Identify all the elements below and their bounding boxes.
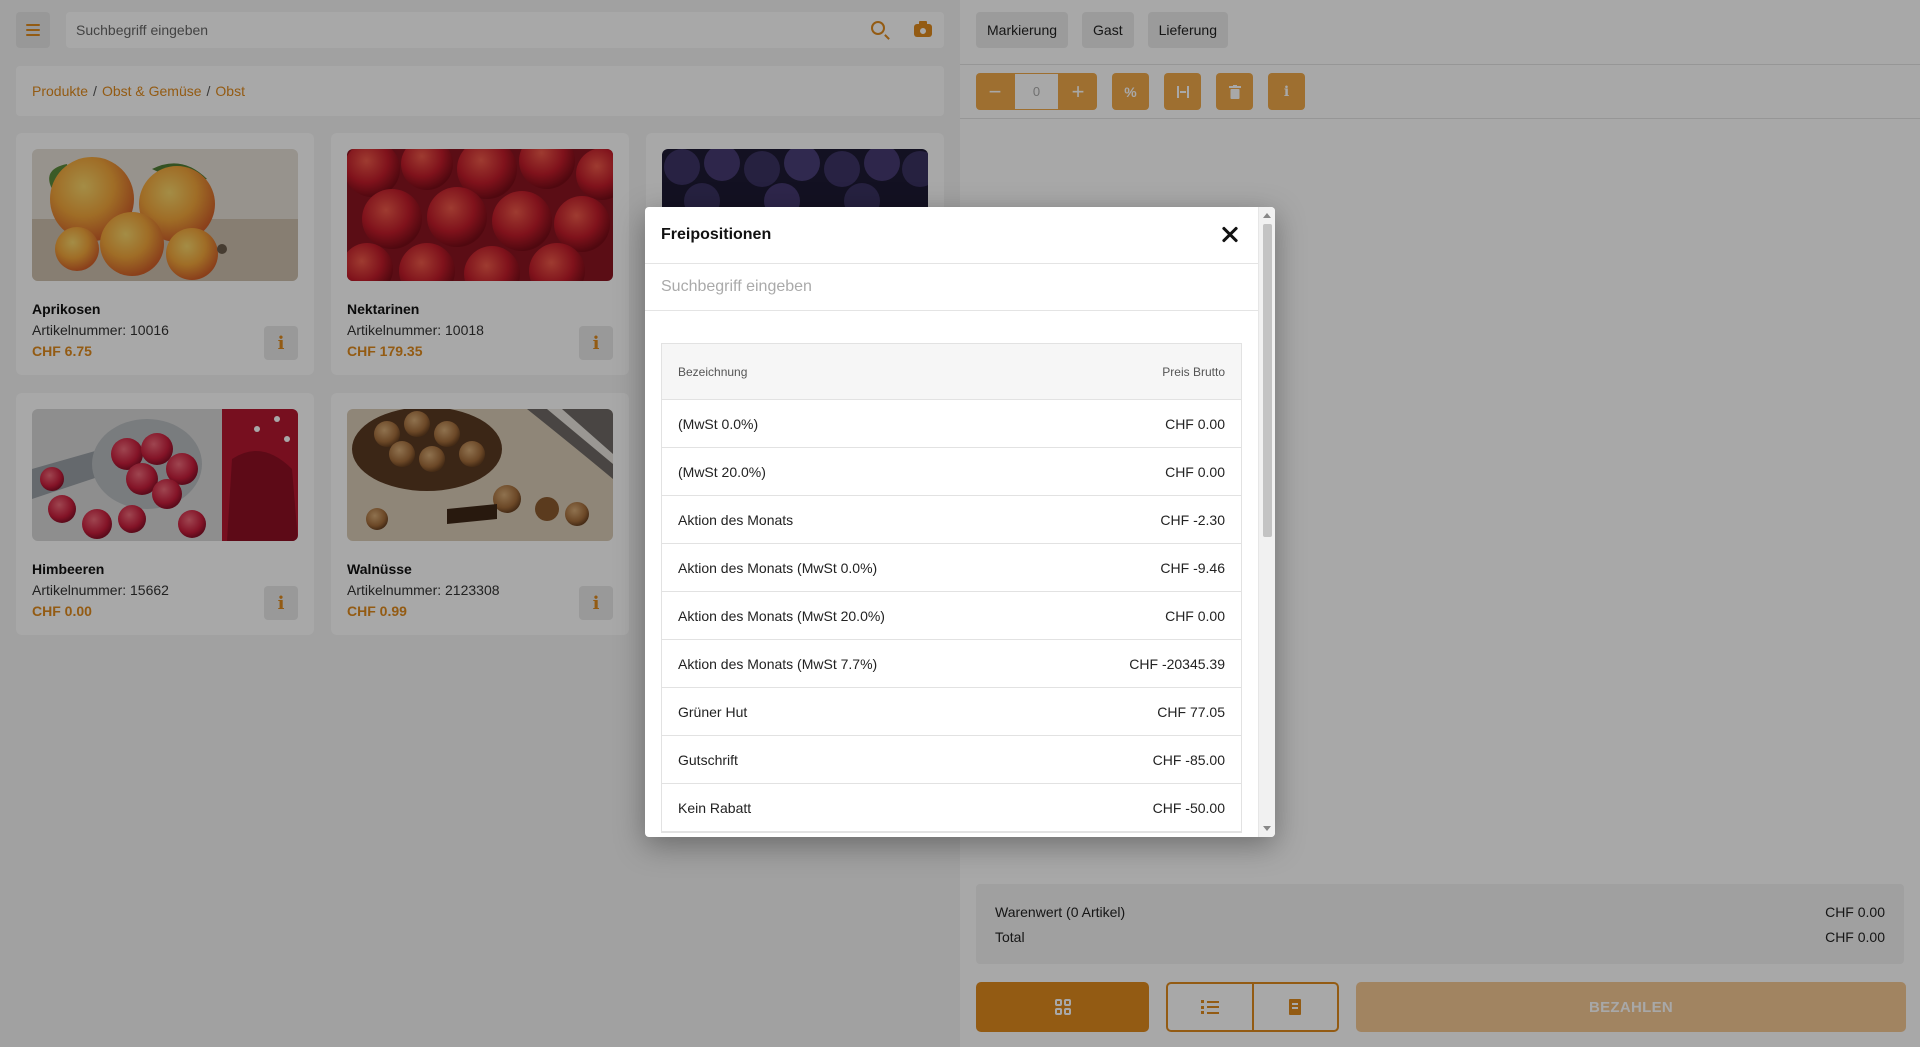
row-name: Kein Rabatt [678, 799, 752, 816]
row-price: CHF 0.00 [1165, 607, 1225, 624]
row-name: Gutschrift [678, 751, 738, 768]
table-row[interactable]: Aktion des Monats (MwSt 20.0%) CHF 0.00 [662, 592, 1241, 640]
row-name: Aktion des Monats [678, 511, 794, 528]
row-name: Aktion des Monats (MwSt 7.7%) [678, 655, 878, 672]
free-positions-table: Bezeichnung Preis Brutto (MwSt 0.0%) CHF … [661, 343, 1242, 833]
row-name: Aktion des Monats (MwSt 20.0%) [678, 607, 885, 624]
dialog-search-input[interactable] [661, 278, 1242, 296]
dialog-title: Freipositionen [661, 226, 772, 243]
dialog-scrollbar[interactable] [1258, 207, 1275, 837]
table-row[interactable]: (MwSt 20.0%) CHF 0.00 [662, 448, 1241, 496]
row-price: CHF -85.00 [1152, 751, 1225, 768]
table-row[interactable]: Grüner Hut CHF 77.05 [662, 688, 1241, 736]
table-row[interactable]: Aktion des Monats (MwSt 0.0%) CHF -9.46 [662, 544, 1241, 592]
free-positions-dialog: Freipositionen Bezeichnung Preis Brutto … [645, 207, 1275, 837]
table-header: Bezeichnung Preis Brutto [662, 344, 1241, 400]
close-icon[interactable] [1218, 223, 1242, 247]
table-row[interactable]: Aktion des Monats CHF -2.30 [662, 496, 1241, 544]
row-price: CHF -50.00 [1152, 799, 1225, 816]
row-price: CHF 0.00 [1165, 415, 1225, 432]
row-price: CHF 0.00 [1165, 463, 1225, 480]
table-row[interactable]: Kein Rabatt CHF -50.00 [662, 784, 1241, 832]
table-row[interactable]: (MwSt 0.0%) CHF 0.00 [662, 400, 1241, 448]
column-header-price: Preis Brutto [1162, 364, 1225, 379]
row-price: CHF 77.05 [1157, 703, 1225, 720]
row-price: CHF -20345.39 [1129, 655, 1225, 672]
row-name: (MwSt 20.0%) [678, 463, 766, 480]
scroll-down-icon[interactable] [1263, 826, 1271, 831]
row-name: Aktion des Monats (MwSt 0.0%) [678, 559, 878, 576]
dialog-search-field [645, 264, 1258, 311]
row-name: Grüner Hut [678, 703, 748, 720]
scrollbar-thumb[interactable] [1263, 224, 1272, 537]
column-header-name: Bezeichnung [678, 364, 748, 379]
row-name: (MwSt 0.0%) [678, 415, 759, 432]
scroll-up-icon[interactable] [1263, 213, 1271, 218]
dialog-header: Freipositionen [645, 207, 1258, 264]
row-price: CHF -9.46 [1160, 559, 1225, 576]
table-row[interactable]: Gutschrift CHF -85.00 [662, 736, 1241, 784]
row-price: CHF -2.30 [1160, 511, 1225, 528]
table-row[interactable]: Aktion des Monats (MwSt 7.7%) CHF -20345.… [662, 640, 1241, 688]
